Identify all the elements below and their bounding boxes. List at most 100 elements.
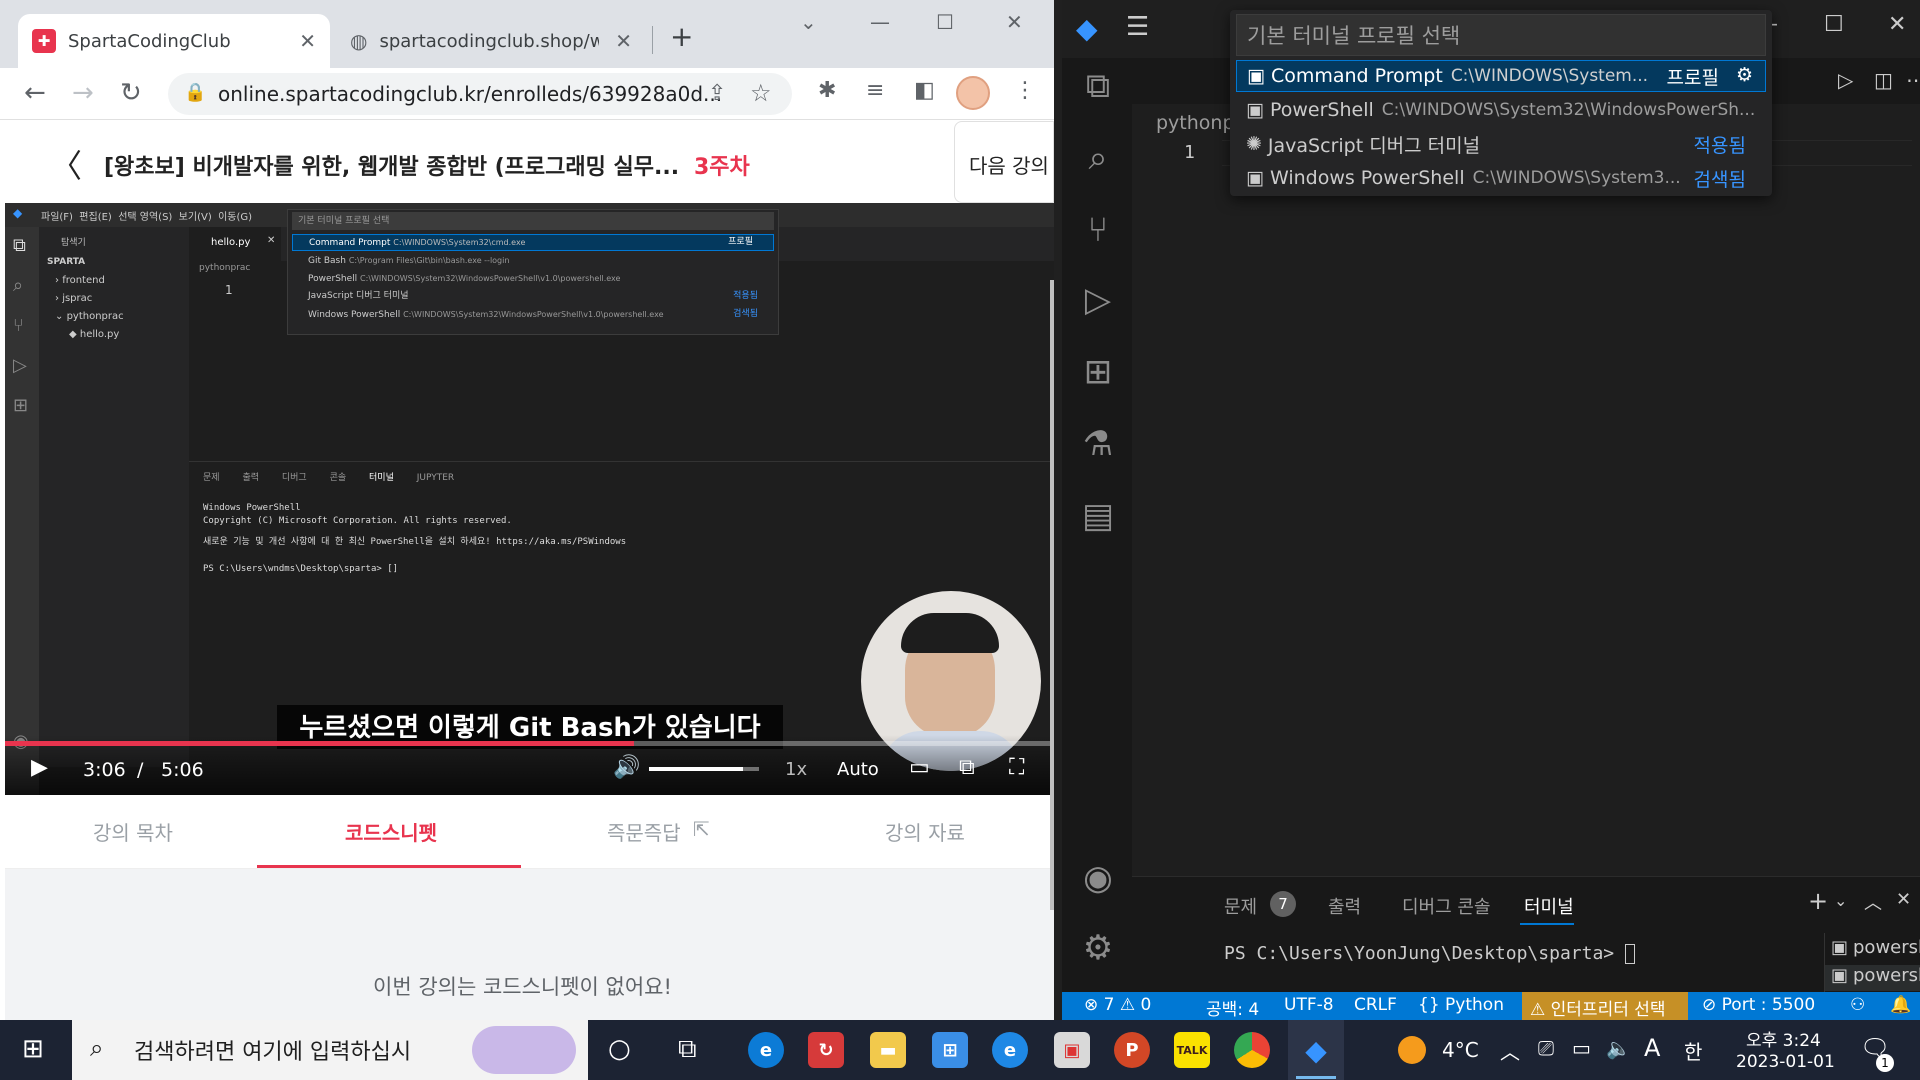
vs-close-icon[interactable]: ✕ [1888,12,1906,37]
menu-kebab-icon[interactable]: ⋮ [1014,78,1036,103]
profile-avatar[interactable] [956,76,990,110]
edge-icon[interactable]: e [748,1032,784,1068]
run-icon[interactable]: ▷ [1838,68,1853,92]
bookmark-star-icon[interactable]: ☆ [750,79,772,107]
quick-pick-item[interactable]: ✺ JavaScript 디버그 터미널 적용됨 [1236,128,1766,160]
side-panel-icon[interactable]: ◧ [914,78,935,103]
configure-gear-icon[interactable]: ⚙ [1736,64,1753,86]
windows-start-icon[interactable]: ⊞ [22,1034,44,1064]
ime-mode[interactable]: A [1644,1034,1660,1062]
quick-pick-input[interactable]: 기본 터미널 프로필 선택 [1236,14,1766,56]
problems-status[interactable]: ⊗ 7 ⚠ 0 [1084,995,1151,1015]
back-icon[interactable]: ← [24,78,46,108]
volume-icon[interactable]: 🔈 [1606,1036,1631,1060]
next-lecture-button[interactable]: 다음 강의 [954,121,1054,203]
pip-icon[interactable]: ⧉ [959,755,975,780]
manage-gear-icon[interactable]: ⚙ [1080,928,1116,968]
battery-icon[interactable]: ▭ [1572,1036,1591,1060]
cortana-icon[interactable]: ○ [608,1034,631,1064]
internet-explorer-icon[interactable]: e [992,1032,1028,1068]
vs-maximize-icon[interactable]: ☐ [1824,12,1844,37]
panel-tab-terminal[interactable]: 터미널 [1524,893,1574,919]
explorer-icon[interactable]: ⧉ [1080,66,1116,106]
search-icon[interactable]: ⌕ [1080,138,1116,178]
play-icon[interactable]: ▶ [31,755,48,780]
terminal-instance[interactable]: ▣powershell [1825,937,1920,963]
split-editor-icon[interactable]: ◫ [1874,68,1893,92]
hamburger-menu-icon[interactable]: ☰ [1126,12,1149,42]
minimize-icon[interactable]: — [870,10,890,34]
vscode-taskbar-active[interactable]: ◆ [1288,1020,1344,1080]
panel-tab-problems[interactable]: 문제 [1224,893,1257,919]
playback-speed[interactable]: 1x [785,759,807,780]
chrome-icon[interactable] [1234,1032,1270,1068]
tab-lecture-contents[interactable]: 강의 목차 [93,817,173,846]
address-bar[interactable]: 🔒 online.spartacodingclub.kr/enrolleds/6… [168,73,792,115]
encoding-status[interactable]: UTF-8 [1284,995,1334,1015]
notifications-bell-icon[interactable]: 🔔 [1890,995,1911,1015]
extensions-icon[interactable]: ⊞ [1080,352,1116,392]
video-progress-track[interactable] [5,741,1054,746]
quick-pick-item[interactable]: ▣ Windows PowerShell C:\WINDOWS\System3..… [1236,162,1766,194]
temperature[interactable]: 4°C [1442,1038,1479,1062]
editor-breadcrumb[interactable]: pythonp [1156,112,1235,134]
more-actions-icon[interactable]: ⋯ [1906,68,1920,92]
run-debug-icon[interactable]: ▷ [1080,280,1116,320]
close-tab-icon[interactable]: ✕ [299,29,316,53]
task-view-icon[interactable]: ⧉ [678,1034,697,1065]
panel-tab-output[interactable]: 출력 [1328,893,1361,919]
app-icon[interactable]: ▣ [1054,1032,1090,1068]
kakaotalk-icon[interactable]: TALK [1174,1032,1210,1068]
volume-icon[interactable]: 🔊 [613,755,640,780]
new-tab-button[interactable]: + [670,20,693,53]
show-hidden-icons[interactable]: ︿ [1500,1036,1520,1065]
new-terminal-icon[interactable]: + [1808,887,1828,915]
clock-date[interactable]: 2023-01-01 [1736,1052,1835,1072]
clock-time[interactable]: 오후 3:24 [1746,1026,1821,1051]
close-tab-icon[interactable]: ✕ [615,29,632,53]
language-status[interactable]: {} Python [1418,995,1504,1015]
quality-setting[interactable]: Auto [837,759,879,780]
panel-tab-debug-console[interactable]: 디버그 콘솔 [1402,893,1491,919]
live-server-port[interactable]: ⊘ Port : 5500 [1702,995,1815,1015]
reload-icon[interactable]: ↻ [120,78,142,108]
fullscreen-icon[interactable]: ⛶ [1009,755,1024,780]
tab-search-icon[interactable]: ⌄ [800,10,817,34]
media-control-icon[interactable]: ≡ [866,78,884,103]
quick-pick-item[interactable]: ▣ PowerShell C:\WINDOWS\System32\WindowsP… [1236,94,1766,126]
interpreter-warning[interactable]: ⚠ 인터프리터 선택 [1522,992,1688,1020]
eol-status[interactable]: CRLF [1354,995,1397,1015]
powerpoint-icon[interactable]: P [1114,1032,1150,1068]
source-control-icon[interactable]: ⑂ [1080,210,1116,250]
terminal-dropdown-icon[interactable]: ⌄ [1834,891,1847,910]
microsoft-store-icon[interactable]: ⊞ [932,1032,968,1068]
tab-code-snippet[interactable]: 코드스니펫 [345,817,437,846]
tab-materials[interactable]: 강의 자료 [885,817,965,846]
tab-sparta[interactable]: ✚ SpartaCodingClub ✕ [18,14,330,68]
tab-qna[interactable]: 즉문즉답 [607,817,681,846]
sync-app-icon[interactable]: ↻ [808,1032,844,1068]
volume-slider[interactable] [649,767,759,771]
accounts-icon[interactable]: ◉ [1080,858,1116,898]
back-chevron-icon[interactable]: 〈 [50,141,82,187]
testing-icon[interactable]: ⚗ [1080,424,1116,464]
language-indicator[interactable]: 한 [1684,1036,1702,1065]
weather-sun-icon[interactable] [1398,1036,1426,1064]
taskbar-search[interactable]: ⌕ 검색하려면 여기에 입력하십시 [72,1020,588,1080]
share-icon[interactable]: ⇪ [708,81,726,106]
terminal-instance[interactable]: ▣powershell [1825,965,1920,991]
close-panel-icon[interactable]: ✕ [1896,889,1911,910]
lecture-video[interactable]: ◆ 파일(F) 편집(E) 선택 영역(S) 보기(V) 이동(G) ⧉ ⌕ ⑂… [5,203,1054,795]
close-window-icon[interactable]: ✕ [1006,10,1023,34]
file-explorer-icon[interactable]: ▬ [870,1032,906,1068]
maximize-icon[interactable]: ☐ [936,10,954,34]
extensions-icon[interactable]: ✱ [818,78,836,103]
maximize-panel-icon[interactable]: ︿ [1864,889,1882,915]
terminal-prompt[interactable]: PS C:\Users\YoonJung\Desktop\sparta> [1224,943,1635,964]
meet-now-icon[interactable]: ⎚ [1538,1036,1554,1060]
quick-pick-item[interactable]: ▣ Command Prompt C:\WINDOWS\System... 프로필… [1236,60,1766,92]
accounts-status-icon[interactable]: ⚇ [1850,995,1865,1015]
tab-shop[interactable]: ◍ spartacodingclub.shop/wel ✕ [336,14,646,68]
indentation-status[interactable]: 공백: 4 [1206,995,1259,1020]
forward-icon[interactable]: → [72,78,94,108]
